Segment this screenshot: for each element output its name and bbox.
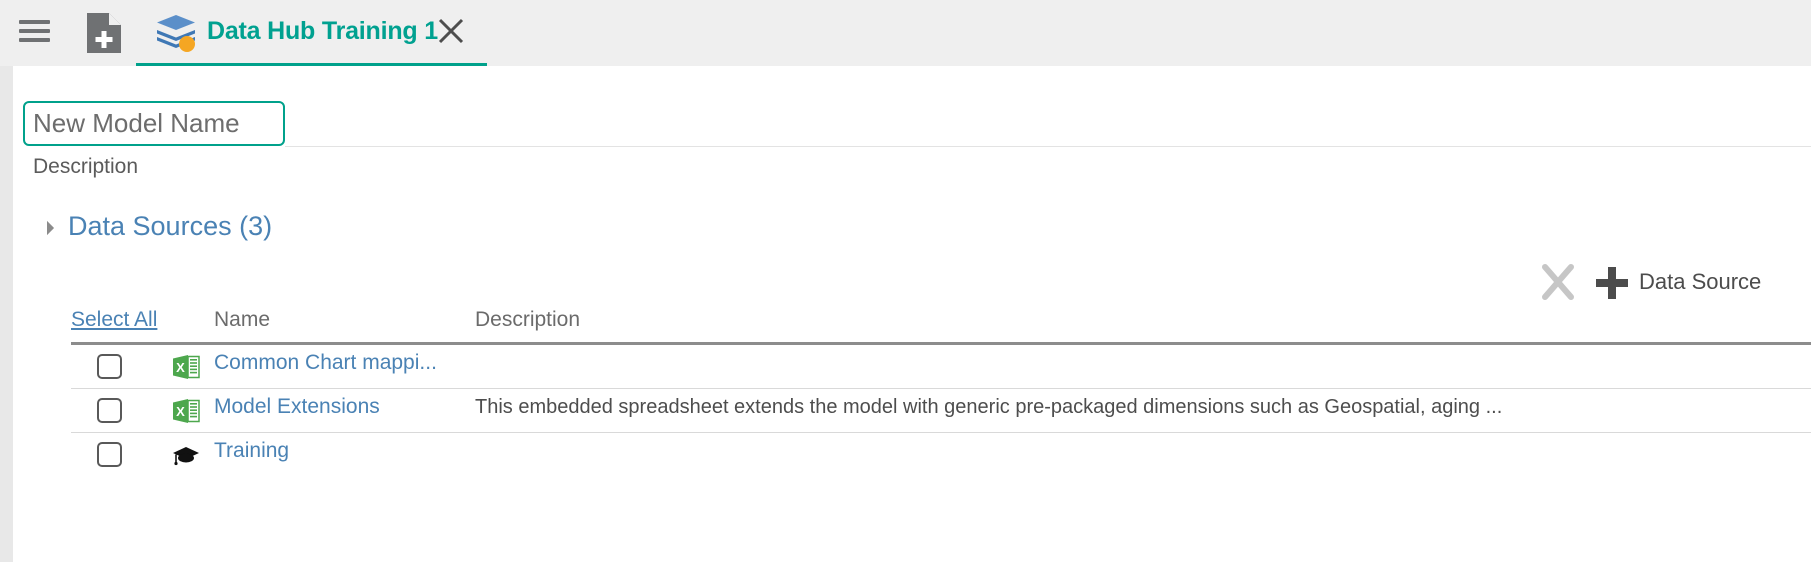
tab-label: Data Hub Training 1 <box>207 17 438 45</box>
row-description: This embedded spreadsheet extends the mo… <box>475 396 1503 418</box>
row-name-link[interactable]: Training <box>214 439 289 463</box>
graduation-cap-icon <box>172 441 200 469</box>
data-sources-table: Select All Name Description X Common Cha… <box>71 308 1811 467</box>
add-data-source-label: Data Source <box>1639 269 1762 294</box>
input-underline-rule <box>285 146 1811 147</box>
row-checkbox[interactable] <box>97 442 122 467</box>
svg-text:X: X <box>176 404 185 419</box>
svg-text:X: X <box>176 360 185 375</box>
hamburger-bar <box>19 29 50 33</box>
column-header-name: Name <box>214 308 271 331</box>
hamburger-menu-icon[interactable] <box>19 18 50 44</box>
table-row[interactable]: X Common Chart mappi... <box>71 345 1811 389</box>
left-gutter <box>0 66 13 562</box>
hamburger-bar <box>19 20 50 24</box>
x-delete-icon[interactable] <box>1534 258 1582 306</box>
select-all-link[interactable]: Select All <box>71 308 157 332</box>
new-document-icon[interactable] <box>84 11 124 55</box>
new-document-glyph <box>87 13 121 53</box>
excel-spreadsheet-icon: X <box>172 353 200 381</box>
tab-data-hub-training-1[interactable]: Data Hub Training 1 <box>136 0 487 66</box>
row-name-link[interactable]: Model Extensions <box>214 395 380 419</box>
row-checkbox[interactable] <box>97 354 122 379</box>
model-editor-panel: Description Data Sources (3) Data Source… <box>13 66 1811 562</box>
description-label: Description <box>33 155 139 178</box>
data-hub-layers-icon <box>154 11 198 55</box>
excel-spreadsheet-icon: X <box>172 397 200 425</box>
row-name-link[interactable]: Common Chart mappi... <box>214 351 437 375</box>
table-body: X Common Chart mappi... X Model Extensio… <box>71 345 1811 476</box>
hamburger-bar <box>19 38 50 42</box>
model-name-input[interactable] <box>23 101 285 146</box>
table-row[interactable]: X Model Extensions This embedded spreads… <box>71 389 1811 433</box>
triangle-collapse-icon[interactable] <box>39 220 55 236</box>
plus-icon <box>1593 264 1631 302</box>
close-icon[interactable] <box>436 16 466 46</box>
table-header-row: Select All Name Description <box>71 308 1811 345</box>
table-row[interactable]: Training <box>71 433 1811 476</box>
row-checkbox[interactable] <box>97 398 122 423</box>
data-sources-title: Data Sources (3) <box>68 211 273 241</box>
column-header-description: Description <box>475 308 581 331</box>
top-header-bar: Data Hub Training 1 <box>0 0 1811 67</box>
